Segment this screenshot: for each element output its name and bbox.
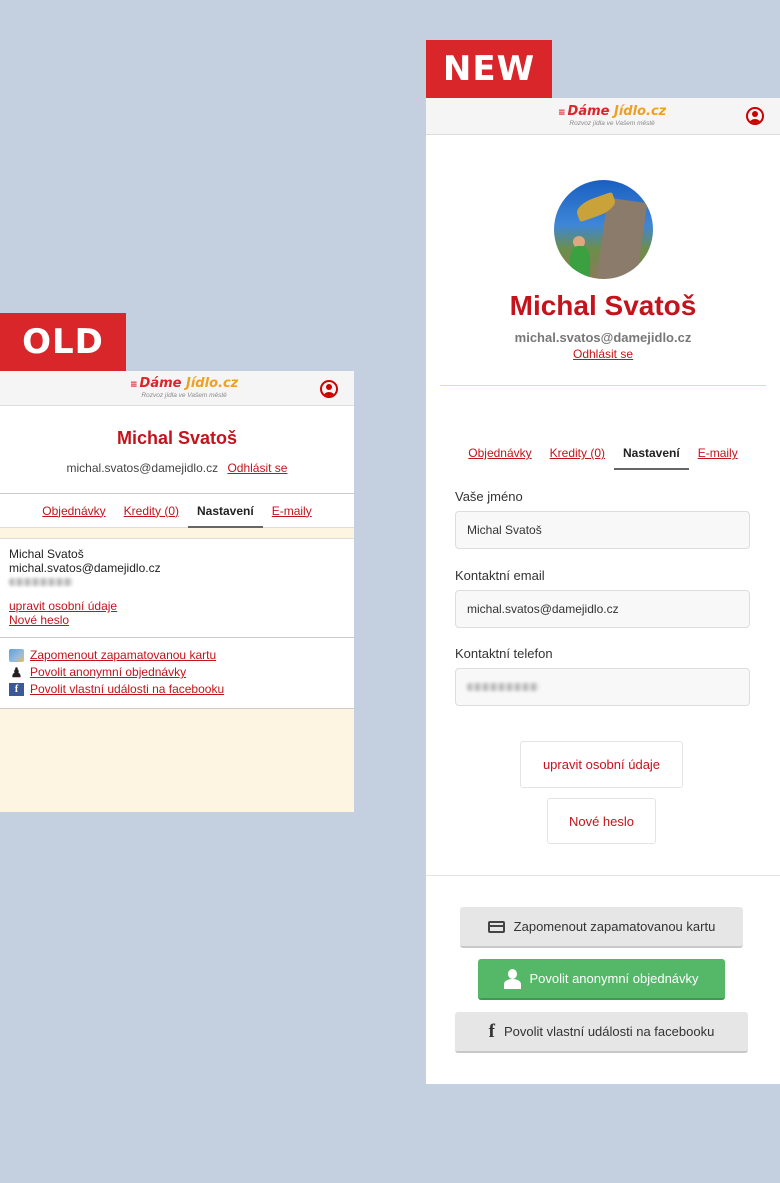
- info-email: michal.svatos@damejidlo.cz: [9, 561, 161, 575]
- tab-credits[interactable]: Kredity (0): [541, 438, 614, 470]
- anonymous-orders-button[interactable]: Povolit anonymní objednávky: [478, 959, 725, 1000]
- logo-text: Dáme: [567, 104, 610, 119]
- logout-link[interactable]: Odhlásit se: [426, 347, 780, 361]
- email-label: Kontaktní email: [455, 568, 545, 583]
- forget-card-button[interactable]: Zapomenout zapamatovanou kartu: [460, 907, 743, 948]
- old-tabs: Objednávky Kredity (0) Nastavení E-maily: [0, 494, 354, 528]
- phone-field[interactable]: [455, 668, 750, 706]
- blurred-phone: [9, 578, 73, 586]
- info-name: Michal Svatoš: [9, 547, 84, 561]
- old-label-badge: OLD: [0, 313, 126, 371]
- anonymous-orders-link[interactable]: Povolit anonymní objednávky: [30, 664, 186, 681]
- new-password-link[interactable]: Nové heslo: [9, 613, 345, 627]
- phone-label: Kontaktní telefon: [455, 646, 553, 661]
- new-password-button[interactable]: Nové heslo: [547, 798, 656, 844]
- credit-card-icon: [9, 649, 24, 662]
- logo-tld: .cz: [218, 376, 239, 391]
- user-icon[interactable]: [746, 107, 764, 125]
- logo-text-accent: Jídlo: [186, 376, 219, 391]
- tab-orders[interactable]: Objednávky: [33, 494, 114, 528]
- profile-email-row: michal.svatos@damejidlo.cz Odhlásit se: [0, 461, 354, 475]
- new-tabs: Objednávky Kredity (0) Nastavení E-maily: [426, 438, 780, 470]
- name-label: Vaše jméno: [455, 489, 523, 504]
- facebook-events-button[interactable]: f Povolit vlastní události na facebooku: [455, 1012, 748, 1053]
- blurred-phone: [467, 683, 539, 691]
- new-profile-panel: ≡ Dáme Jídlo.cz Rozvoz jídla ve Vašem měs…: [426, 98, 780, 1084]
- new-header: ≡ Dáme Jídlo.cz Rozvoz jídla ve Vašem měs…: [426, 98, 780, 135]
- speed-lines-icon: ≡: [558, 108, 566, 118]
- old-profile-header: Michal Svatoš michal.svatos@damejidlo.cz…: [0, 406, 354, 494]
- anonymous-orders-label: Povolit anonymní objednávky: [529, 971, 699, 986]
- edit-personal-link[interactable]: upravit osobní údaje: [9, 599, 345, 613]
- divider: [440, 385, 766, 386]
- facebook-icon: f: [488, 1020, 495, 1042]
- logout-link[interactable]: Odhlásit se: [227, 461, 287, 475]
- name-field[interactable]: Michal Svatoš: [455, 511, 750, 549]
- section-divider: [426, 875, 780, 876]
- logo-tagline: Rozvoz jídla ve Vašem městě: [141, 392, 227, 399]
- person-icon: [504, 968, 522, 989]
- email-field[interactable]: michal.svatos@damejidlo.cz: [455, 590, 750, 628]
- logo-tagline: Rozvoz jídla ve Vašem městě: [569, 120, 655, 127]
- old-personal-info: Michal Svatoš michal.svatos@damejidlo.cz…: [0, 538, 354, 638]
- person-icon: ♟: [10, 665, 23, 680]
- logo[interactable]: ≡ Dáme Jídlo.cz Rozvoz jídla ve Vašem měs…: [558, 105, 666, 128]
- tab-emails[interactable]: E-maily: [689, 438, 747, 470]
- profile-email: michal.svatos@damejidlo.cz: [66, 461, 219, 475]
- avatar: [554, 180, 653, 279]
- tab-orders[interactable]: Objednávky: [459, 438, 540, 470]
- logo-text: Dáme: [139, 376, 182, 391]
- old-profile-panel: ≡ Dáme Jídlo.cz Rozvoz jídla ve Vašem měs…: [0, 371, 354, 812]
- tab-emails[interactable]: E-maily: [263, 494, 321, 528]
- facebook-events-link[interactable]: Povolit vlastní události na facebooku: [30, 681, 224, 698]
- logo-tld: .cz: [646, 104, 667, 119]
- speed-lines-icon: ≡: [130, 380, 138, 390]
- logo-text-accent: Jídlo: [614, 104, 647, 119]
- profile-name: Michal Svatoš: [116, 428, 238, 448]
- tab-settings[interactable]: Nastavení: [614, 438, 689, 470]
- facebook-events-label: Povolit vlastní události na facebooku: [504, 1024, 715, 1039]
- old-settings-links: Zapomenout zapamatovanou kartu ♟ Povolit …: [0, 638, 354, 709]
- new-label-badge: NEW: [426, 40, 552, 98]
- facebook-icon: f: [9, 683, 24, 696]
- edit-personal-button[interactable]: upravit osobní údaje: [520, 741, 683, 788]
- tab-settings[interactable]: Nastavení: [188, 494, 263, 528]
- forget-card-label: Zapomenout zapamatovanou kartu: [513, 919, 716, 934]
- credit-card-icon: [487, 920, 505, 933]
- tab-credits[interactable]: Kredity (0): [115, 494, 188, 528]
- forget-card-link[interactable]: Zapomenout zapamatovanou kartu: [30, 647, 216, 664]
- user-icon[interactable]: [320, 380, 338, 398]
- old-header: ≡ Dáme Jídlo.cz Rozvoz jídla ve Vašem měs…: [0, 371, 354, 406]
- profile-email: michal.svatos@damejidlo.cz: [514, 330, 692, 345]
- profile-name: Michal Svatoš: [509, 290, 697, 321]
- logo[interactable]: ≡ Dáme Jídlo.cz Rozvoz jídla ve Vašem měs…: [130, 377, 238, 400]
